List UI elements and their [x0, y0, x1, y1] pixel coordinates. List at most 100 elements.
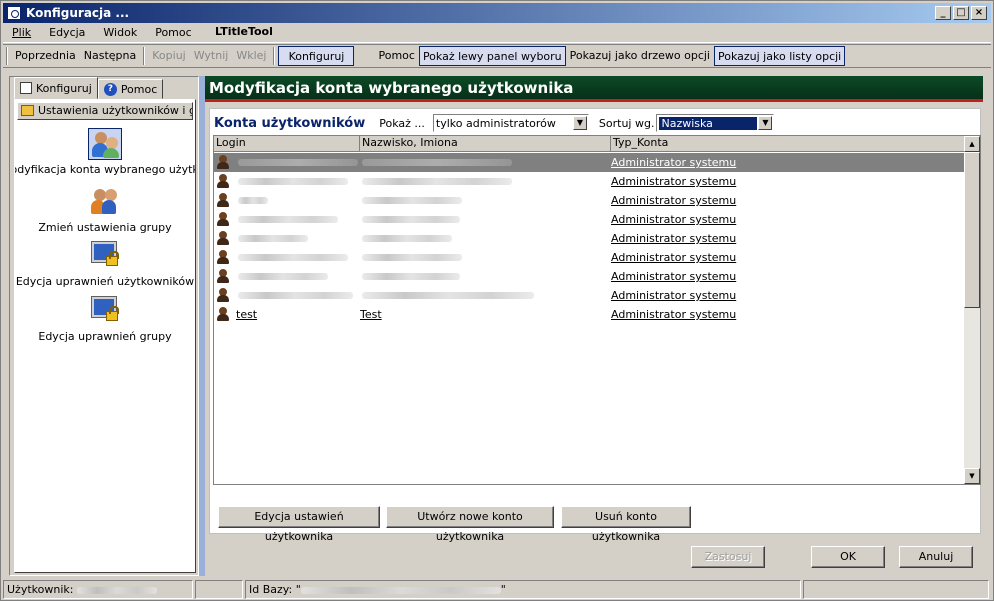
chevron-down-icon[interactable]: ▼ [758, 116, 773, 130]
copy-button[interactable]: Kopiuj [148, 46, 189, 66]
apply-button[interactable]: Zastosuj [691, 546, 765, 568]
cut-button[interactable]: Wytnij [190, 46, 233, 66]
type-cell[interactable]: Administrator systemu [611, 156, 736, 169]
type-cell[interactable]: Administrator systemu [611, 270, 736, 283]
table-row[interactable]: Administrator systemu [214, 172, 966, 191]
configure-button[interactable]: Konfiguruj [278, 46, 355, 66]
show-as-tree-button[interactable]: Pokazuj jako drzewo opcji [566, 46, 714, 66]
show-label: Pokaż ... [379, 116, 425, 130]
table-row[interactable]: Administrator systemu [214, 286, 966, 305]
user-icon [216, 231, 230, 245]
menu-edit[interactable]: Edycja [40, 26, 94, 39]
maximize-button[interactable]: □ [953, 6, 969, 20]
create-account-button[interactable]: Utwórz nowe konto użytkownika [386, 506, 554, 543]
monitor-lock-icon [88, 295, 122, 327]
status-panel [195, 580, 243, 599]
accounts-title: Konta użytkowników [214, 115, 366, 131]
type-cell[interactable]: Administrator systemu [611, 213, 736, 226]
accounts-panel: Konta użytkowników Pokaż ... tylko admin… [209, 108, 981, 543]
type-cell[interactable]: Administrator systemu [611, 251, 736, 264]
type-cell[interactable]: Administrator systemu [611, 194, 736, 207]
user-icon [216, 288, 230, 302]
type-cell[interactable]: Administrator systemu [611, 175, 736, 188]
user-icon [216, 250, 230, 264]
redacted-name [362, 216, 460, 223]
redacted-name [362, 197, 462, 204]
redacted-login [238, 254, 348, 261]
status-user: Użytkownik: [3, 580, 193, 599]
nav-modify-account[interactable]: Modyfikacja konta wybranego użytkownika [15, 128, 195, 176]
show-as-list-button[interactable]: Pokazuj jako listy opcji [714, 46, 846, 66]
close-button[interactable]: × [971, 6, 987, 20]
users-edit-icon [88, 128, 122, 160]
login-cell[interactable]: test [236, 308, 257, 321]
toolbar-separator [143, 47, 146, 65]
sort-value: Nazwiska [659, 116, 758, 130]
title-bar[interactable]: Konfiguracja ... _ □ × [3, 3, 991, 23]
table-row[interactable]: Administrator systemu [214, 191, 966, 210]
ltitle-label: LTitleTool [215, 25, 273, 38]
scroll-up-icon[interactable]: ▲ [964, 136, 980, 152]
show-filter-value: tylko administratorów [435, 116, 556, 130]
sort-label: Sortuj wg. [598, 116, 655, 130]
column-type[interactable]: Typ_Konta [611, 136, 966, 152]
tab-configure[interactable]: Konfiguruj [14, 77, 98, 99]
redacted-name [362, 178, 512, 185]
vertical-scrollbar[interactable]: ▲ ▼ [964, 136, 980, 484]
name-cell[interactable]: Test [360, 308, 382, 321]
column-name[interactable]: Nazwisko, Imiona [360, 136, 611, 152]
status-bar: Użytkownik: Id Bazy: " " [3, 580, 991, 599]
chevron-down-icon[interactable]: ▼ [572, 116, 587, 130]
column-login[interactable]: Login [214, 136, 360, 152]
table-row[interactable]: test Test Administrator systemu [214, 305, 966, 324]
menu-file[interactable]: Plik [3, 26, 40, 39]
nav-group-permissions[interactable]: Edycja uprawnień grupy [15, 295, 195, 343]
table-row[interactable]: Administrator systemu [214, 153, 966, 172]
sort-select[interactable]: Nazwiska ▼ [656, 114, 775, 132]
table-row[interactable]: Administrator systemu [214, 248, 966, 267]
ok-button[interactable]: OK [811, 546, 885, 568]
folder-icon [21, 105, 34, 116]
help-button[interactable]: Pomoc [374, 46, 418, 66]
redacted-login [238, 292, 353, 299]
next-button[interactable]: Następna [80, 46, 140, 66]
table-row[interactable]: Administrator systemu [214, 267, 966, 286]
nav-user-permissions-label: Edycja uprawnień użytkowników [15, 275, 195, 288]
show-left-panel-button[interactable]: Pokaż lewy panel wyboru [418, 46, 566, 66]
toolbar-grip [6, 47, 8, 65]
paste-button[interactable]: Wklej [232, 46, 270, 66]
table-row[interactable]: Administrator systemu [214, 210, 966, 229]
page-title: Modyfikacja konta wybranego użytkownika [205, 76, 983, 102]
status-panel [803, 580, 989, 599]
status-db: Id Bazy: " " [245, 580, 801, 599]
group-header[interactable]: Ustawienia użytkowników i g... [17, 102, 193, 120]
nav-group-permissions-label: Edycja uprawnień grupy [38, 330, 172, 343]
type-cell[interactable]: Administrator systemu [611, 232, 736, 245]
left-panel: Konfiguruj ? Pomoc Ustawienia użytkownik… [9, 76, 199, 576]
table-row[interactable]: Administrator systemu [214, 229, 966, 248]
delete-account-button[interactable]: Usuń konto użytkownika [561, 506, 691, 543]
scroll-down-icon[interactable]: ▼ [964, 468, 980, 484]
tab-help[interactable]: ? Pomoc [97, 79, 164, 99]
scroll-thumb[interactable] [964, 152, 980, 308]
prev-button[interactable]: Poprzednia [11, 46, 80, 66]
nav-group-settings-label: Zmień ustawienia grupy [38, 221, 172, 234]
user-icon [216, 269, 230, 283]
configure-icon [20, 82, 32, 94]
edit-user-button[interactable]: Edycja ustawień użytkownika [218, 506, 380, 543]
nav-group-settings[interactable]: Zmień ustawienia grupy [15, 186, 195, 234]
cancel-button[interactable]: Anuluj [899, 546, 973, 568]
user-icon [216, 212, 230, 226]
type-cell[interactable]: Administrator systemu [611, 308, 736, 321]
app-icon [7, 6, 21, 20]
redacted-login [238, 178, 348, 185]
menu-help[interactable]: Pomoc [146, 26, 200, 39]
user-icon [216, 193, 230, 207]
show-filter-select[interactable]: tylko administratorów ▼ [432, 114, 589, 132]
type-cell[interactable]: Administrator systemu [611, 289, 736, 302]
minimize-button[interactable]: _ [935, 6, 951, 20]
monitor-lock-icon [88, 240, 122, 272]
menu-view[interactable]: Widok [94, 26, 146, 39]
redacted-name [362, 254, 462, 261]
nav-user-permissions[interactable]: Edycja uprawnień użytkowników [15, 240, 195, 288]
